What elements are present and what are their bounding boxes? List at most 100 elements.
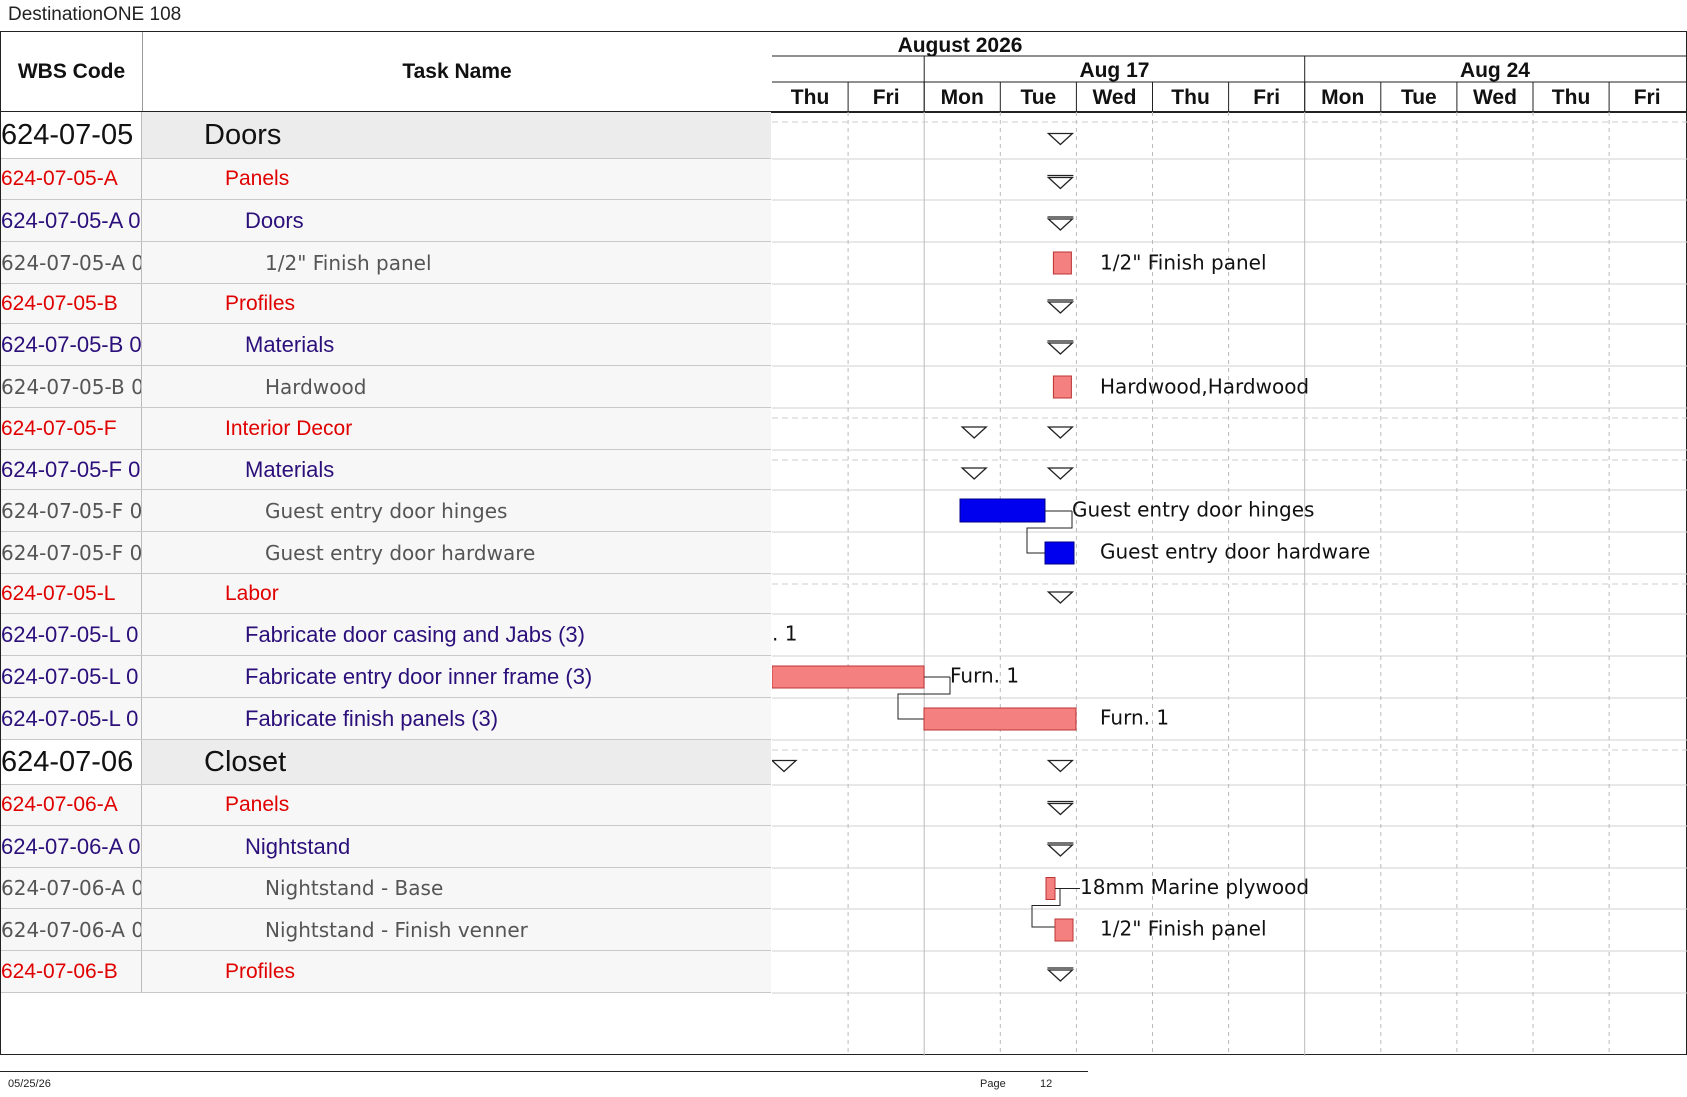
task-bar[interactable] bbox=[959, 498, 1046, 523]
task-bar[interactable] bbox=[923, 707, 1077, 731]
task-bar[interactable] bbox=[772, 665, 925, 689]
task-name-cell[interactable]: Nightstand - Finish venner bbox=[143, 909, 771, 950]
footer-page-label: Page bbox=[980, 1078, 1006, 1090]
task-row[interactable]: 624-07-05-A 0 Doors bbox=[1, 200, 771, 242]
task-row[interactable]: 624-07-06-A 01 Nightstand - Base bbox=[1, 868, 771, 909]
wbs-code-cell[interactable]: 624-07-05-L bbox=[1, 574, 142, 613]
wbs-code-cell[interactable]: 624-07-05-F 0 bbox=[1, 450, 142, 489]
wbs-code-cell[interactable]: 624-07-05-F bbox=[1, 408, 142, 449]
task-name-cell[interactable]: Guest entry door hinges bbox=[143, 490, 771, 531]
task-row[interactable]: 624-07-05-L 0 Fabricate door casing and J… bbox=[1, 614, 771, 656]
timescale-day-label: Wed bbox=[1092, 86, 1136, 109]
task-name-cell[interactable]: Profiles bbox=[143, 951, 771, 992]
summary-marker bbox=[1046, 176, 1075, 190]
wbs-code-cell[interactable]: 624-07-06-B bbox=[1, 951, 142, 992]
task-row[interactable]: 624-07-06-B Profiles bbox=[1, 951, 771, 993]
timescale-day-label: Wed bbox=[1473, 86, 1517, 109]
task-bar-label: 18mm Marine plywood bbox=[1080, 875, 1309, 899]
task-row[interactable]: 624-07-05-L 0 Fabricate finish panels (3) bbox=[1, 698, 771, 740]
task-row[interactable]: 624-07-05-A 01 1/2" Finish panel bbox=[1, 242, 771, 284]
task-row[interactable]: 624-07-05-A Panels bbox=[1, 159, 771, 200]
summary-marker bbox=[1046, 591, 1075, 604]
task-name-cell[interactable]: Interior Decor bbox=[143, 408, 771, 449]
task-row[interactable]: 624-07-05-F Interior Decor bbox=[1, 408, 771, 450]
task-row[interactable]: 624-07-05-B Profiles bbox=[1, 284, 771, 324]
task-row[interactable]: 624-07-05-L Labor bbox=[1, 574, 771, 614]
summary-marker bbox=[772, 759, 798, 773]
timescale-day-label: Mon bbox=[1321, 86, 1364, 109]
wbs-code-cell[interactable]: 624-07-06-A 01 bbox=[1, 868, 142, 908]
wbs-column-header[interactable]: WBS Code bbox=[1, 32, 143, 111]
task-bar-label: 1/2" Finish panel bbox=[1100, 251, 1267, 275]
task-row[interactable]: 624-07-06-A 01 Nightstand - Finish venner bbox=[1, 909, 771, 951]
wbs-code-cell[interactable]: 624-07-05-B 0 bbox=[1, 324, 142, 365]
document-title: DestinationONE 108 bbox=[8, 4, 182, 25]
wbs-code-cell[interactable]: 624-07-05-F 01 bbox=[1, 490, 142, 531]
timescale-day-label: Fri bbox=[1253, 86, 1280, 109]
task-name-cell[interactable]: Materials bbox=[143, 450, 771, 489]
task-name-cell[interactable]: Hardwood bbox=[143, 366, 771, 407]
task-name-cell[interactable]: Nightstand bbox=[143, 826, 771, 867]
wbs-code-cell[interactable]: 624-07-05-B bbox=[1, 284, 142, 323]
task-row[interactable]: 624-07-06-A Panels bbox=[1, 785, 771, 826]
task-name-cell[interactable]: Doors bbox=[143, 200, 771, 241]
task-bar[interactable] bbox=[1052, 375, 1072, 399]
summary-marker bbox=[1046, 301, 1075, 314]
task-bar-label: Furn. 1 bbox=[1100, 706, 1169, 730]
wbs-code-cell[interactable]: 624-07-06 bbox=[1, 740, 142, 784]
task-name-cell[interactable]: Fabricate entry door inner frame (3) bbox=[143, 656, 771, 697]
task-row[interactable]: 624-07-05 Doors bbox=[1, 112, 771, 159]
task-name-cell[interactable]: Guest entry door hardware bbox=[143, 532, 771, 573]
task-bar-label: Guest entry door hardware bbox=[1100, 540, 1370, 564]
task-bar-label: Guest entry door hinges bbox=[1072, 498, 1314, 522]
task-name-cell[interactable]: Doors bbox=[143, 112, 771, 158]
task-row[interactable]: 624-07-05-F 01 Guest entry door hardware bbox=[1, 532, 771, 574]
summary-marker bbox=[960, 426, 988, 439]
task-name-cell[interactable]: Fabricate finish panels (3) bbox=[143, 698, 771, 739]
task-name-cell[interactable]: 1/2" Finish panel bbox=[143, 242, 771, 283]
timescale-day-label: Fri bbox=[1634, 86, 1661, 109]
task-row[interactable]: 624-07-05-F 01 Guest entry door hinges bbox=[1, 490, 771, 532]
footer-divider bbox=[0, 1071, 1088, 1072]
task-row[interactable]: 624-07-05-F 0 Materials bbox=[1, 450, 771, 490]
wbs-code-cell[interactable]: 624-07-05-L 0 bbox=[1, 614, 142, 655]
task-name-cell[interactable]: Closet bbox=[143, 740, 771, 784]
wbs-code-cell[interactable]: 624-07-05-A bbox=[1, 159, 142, 199]
wbs-code-cell[interactable]: 624-07-05-A 01 bbox=[1, 242, 142, 283]
task-name-cell[interactable]: Panels bbox=[143, 159, 771, 199]
task-name-cell[interactable]: Panels bbox=[143, 785, 771, 825]
task-name-cell[interactable]: Labor bbox=[143, 574, 771, 613]
footer-page-number: 12 bbox=[1040, 1078, 1053, 1090]
task-name-cell[interactable]: Materials bbox=[143, 324, 771, 365]
task-column-header[interactable]: Task Name bbox=[143, 32, 771, 111]
wbs-code-cell[interactable]: 624-07-05-F 01 bbox=[1, 532, 142, 573]
task-bar[interactable] bbox=[1054, 918, 1074, 942]
wbs-code-cell[interactable]: 624-07-05-L 0 bbox=[1, 698, 142, 739]
task-row[interactable]: 624-07-05-B 0 Materials bbox=[1, 324, 771, 366]
task-row[interactable]: 624-07-06-A 0 Nightstand bbox=[1, 826, 771, 868]
task-bar[interactable] bbox=[1052, 251, 1072, 275]
wbs-code-cell[interactable]: 624-07-06-A 0 bbox=[1, 826, 142, 867]
task-bar[interactable] bbox=[1044, 541, 1075, 565]
task-row[interactable]: 624-07-05-B 01 Hardwood bbox=[1, 366, 771, 408]
summary-marker bbox=[1046, 218, 1075, 231]
summary-marker bbox=[1046, 426, 1075, 439]
wbs-code-cell[interactable]: 624-07-06-A 01 bbox=[1, 909, 142, 950]
task-bar[interactable] bbox=[1045, 877, 1056, 900]
summary-marker bbox=[1046, 759, 1075, 773]
task-name-cell[interactable]: Nightstand - Base bbox=[143, 868, 771, 908]
gantt-chart: August 2026 Aug 17 Aug 24 Thu Fri Mon Tue Wed Th… bbox=[772, 34, 1687, 1056]
task-row[interactable]: 624-07-06 Closet bbox=[1, 740, 771, 785]
timescale-week-label: Aug 17 bbox=[1079, 59, 1149, 82]
task-bar-label: . 1 bbox=[772, 622, 797, 646]
timescale-day-label: Fri bbox=[873, 86, 900, 109]
wbs-code-cell[interactable]: 624-07-06-A bbox=[1, 785, 142, 825]
wbs-code-cell[interactable]: 624-07-05-A 0 bbox=[1, 200, 142, 241]
wbs-code-cell[interactable]: 624-07-05-L 0 bbox=[1, 656, 142, 697]
task-name-cell[interactable]: Fabricate door casing and Jabs (3) bbox=[143, 614, 771, 655]
task-row[interactable]: 624-07-05-L 0 Fabricate entry door inner … bbox=[1, 656, 771, 698]
timescale-day-label: Thu bbox=[1171, 86, 1209, 109]
wbs-code-cell[interactable]: 624-07-05 bbox=[1, 112, 142, 158]
wbs-code-cell[interactable]: 624-07-05-B 01 bbox=[1, 366, 142, 407]
task-name-cell[interactable]: Profiles bbox=[143, 284, 771, 323]
